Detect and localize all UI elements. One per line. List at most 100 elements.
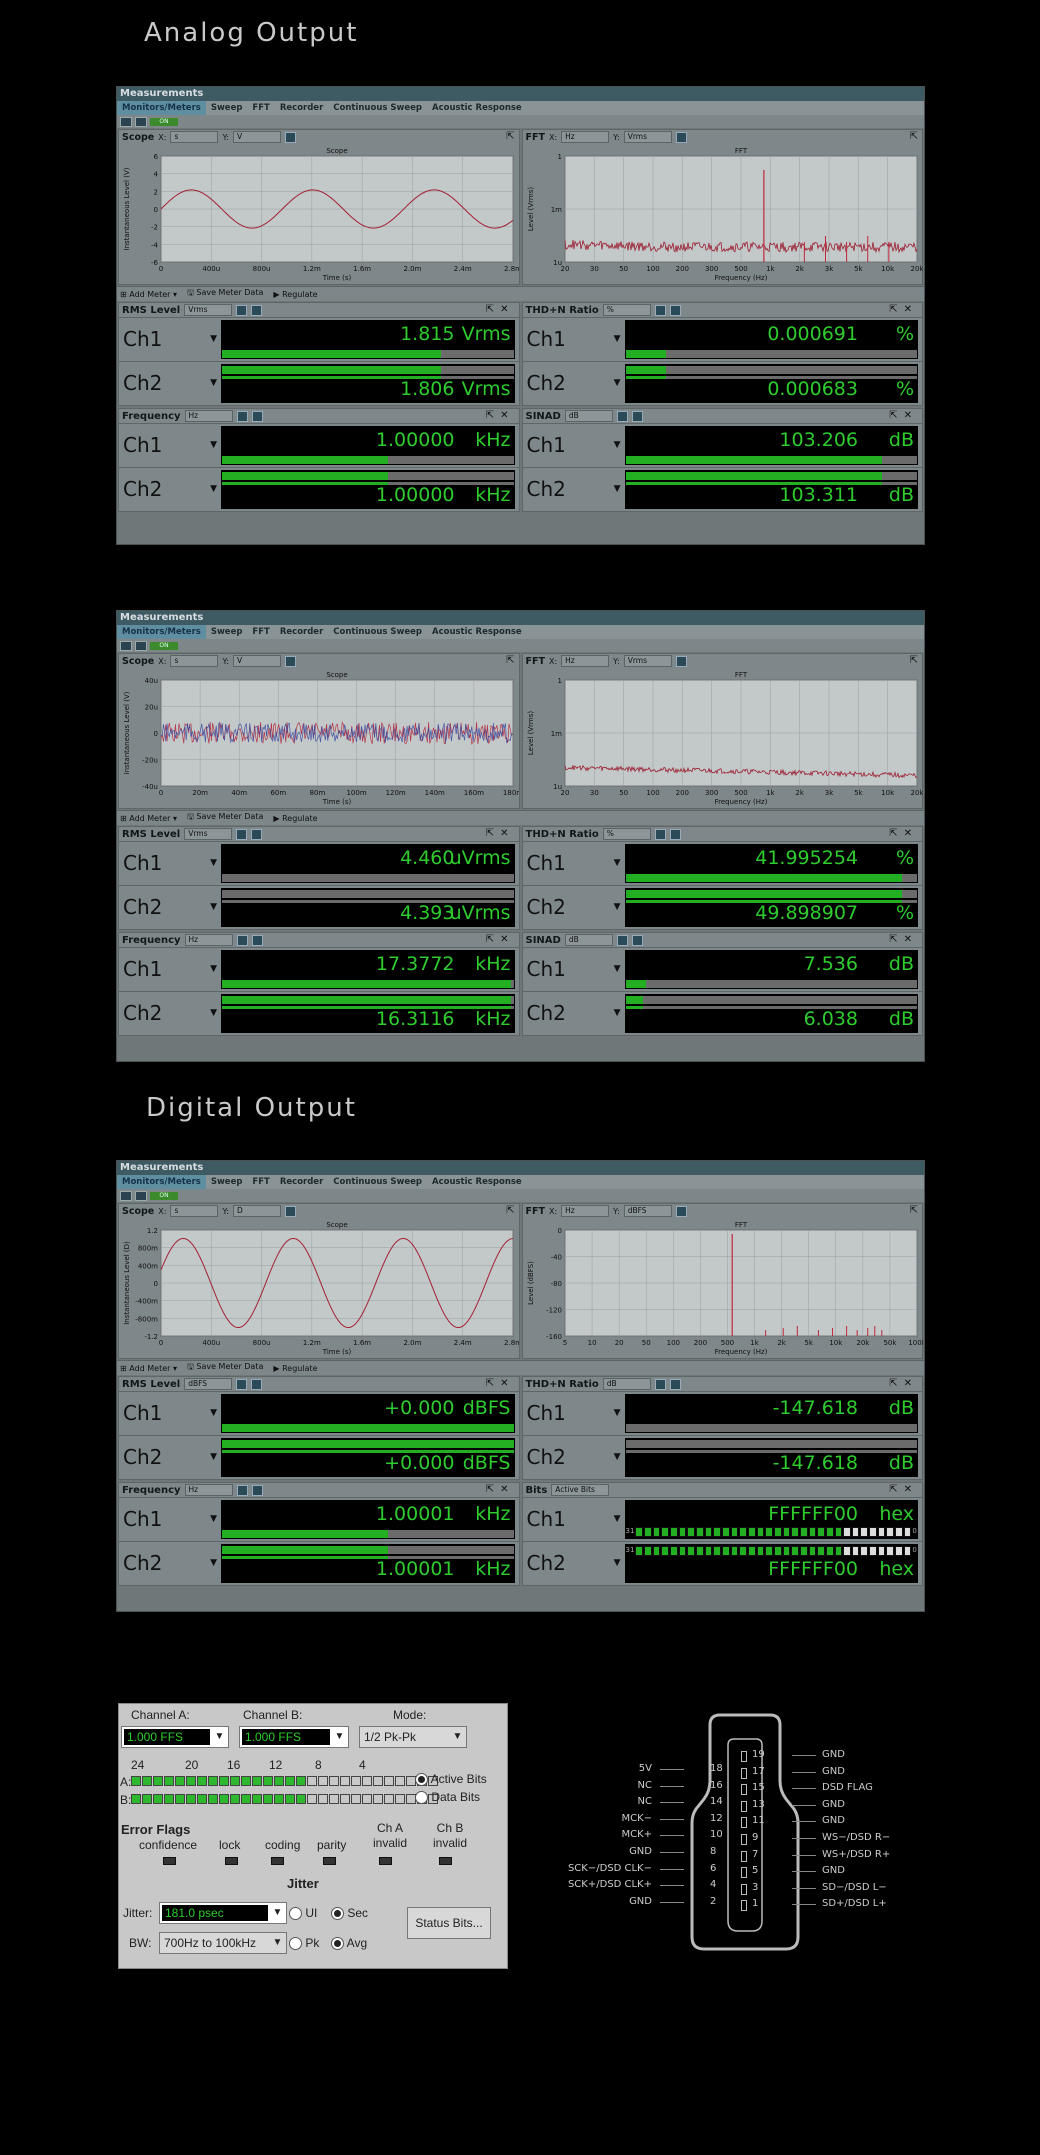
on-toggle[interactable]: ON: [150, 641, 178, 650]
tab-4[interactable]: Continuous Sweep: [328, 101, 427, 115]
meter-window-controls[interactable]: ⇱✕: [889, 828, 918, 839]
pk-radio[interactable]: Pk: [289, 1936, 319, 1951]
tab-3[interactable]: Recorder: [275, 625, 328, 639]
gear-icon[interactable]: [631, 410, 643, 422]
tab-2[interactable]: FFT: [247, 1175, 274, 1189]
meter-window-controls[interactable]: ⇱✕: [486, 828, 515, 839]
scope-y-unit-select[interactable]: D: [232, 1205, 281, 1217]
settings-icon[interactable]: [236, 934, 248, 946]
settings-icon[interactable]: [616, 934, 628, 946]
settings-icon[interactable]: [236, 304, 248, 316]
add-meter-button[interactable]: ⊞ Add Meter ▾: [120, 290, 177, 299]
frequency-ch1-label[interactable]: Ch1 ▼: [119, 1498, 221, 1541]
rms-level-unit-select[interactable]: dBFS: [184, 1378, 233, 1390]
expand-icon[interactable]: ⇱: [506, 1205, 514, 1216]
frequency-ch2-label[interactable]: Ch2 ▼: [119, 1542, 221, 1585]
meter-window-controls[interactable]: ⇱✕: [889, 1484, 918, 1495]
meter-window-controls[interactable]: ⇱✕: [486, 934, 515, 945]
rms-level-unit-select[interactable]: Vrms: [184, 304, 233, 316]
settings-icon[interactable]: [654, 1378, 666, 1390]
scope-y-unit-select[interactable]: V: [232, 655, 281, 667]
scope-x-unit-select[interactable]: s: [170, 655, 219, 667]
gear-icon[interactable]: [251, 934, 263, 946]
thd-n-ratio-ch1-label[interactable]: Ch1 ▼: [523, 1392, 625, 1435]
tab-5[interactable]: Acoustic Response: [427, 101, 527, 115]
frequency-unit-select[interactable]: Hz: [184, 410, 233, 422]
rms-level-ch1-label[interactable]: Ch1 ▼: [119, 1392, 221, 1435]
meter-window-controls[interactable]: ⇱✕: [486, 304, 515, 315]
tab-5[interactable]: Acoustic Response: [427, 625, 527, 639]
tab-4[interactable]: Continuous Sweep: [328, 625, 427, 639]
tab-1[interactable]: Sweep: [206, 625, 248, 639]
tab-3[interactable]: Recorder: [275, 101, 328, 115]
frequency-unit-select[interactable]: Hz: [184, 934, 233, 946]
thd-n-ratio-ch2-label[interactable]: Ch2 ▼: [523, 886, 625, 929]
thd-n-ratio-ch2-label[interactable]: Ch2 ▼: [523, 362, 625, 405]
tab-1[interactable]: Sweep: [206, 101, 248, 115]
toolbar-icon[interactable]: [135, 116, 147, 127]
tab-2[interactable]: FFT: [247, 101, 274, 115]
add-meter-button[interactable]: ⊞ Add Meter ▾: [120, 1364, 177, 1373]
settings-icon[interactable]: [236, 1378, 248, 1390]
on-toggle[interactable]: ON: [150, 117, 178, 126]
settings-icon[interactable]: [616, 410, 628, 422]
expand-icon[interactable]: ⇱: [506, 655, 514, 666]
settings-icon[interactable]: [284, 655, 296, 667]
meter-window-controls[interactable]: ⇱✕: [889, 1378, 918, 1389]
rms-level-ch1-label[interactable]: Ch1 ▼: [119, 842, 221, 885]
meter-window-controls[interactable]: ⇱✕: [486, 1378, 515, 1389]
settings-icon[interactable]: [236, 1484, 248, 1496]
fft-y-unit-select[interactable]: dBFS: [623, 1205, 672, 1217]
scope-y-unit-select[interactable]: V: [232, 131, 281, 143]
save-meter-data-button[interactable]: 🖫 Save Meter Data: [187, 287, 263, 301]
expand-icon[interactable]: ⇱: [910, 131, 918, 142]
fft-x-unit-select[interactable]: Hz: [561, 1205, 610, 1217]
meter-window-controls[interactable]: ⇱✕: [889, 934, 918, 945]
frequency-ch1-label[interactable]: Ch1 ▼: [119, 424, 221, 467]
toolbar-icon[interactable]: [135, 640, 147, 651]
tab-0[interactable]: Monitors/Meters: [117, 1175, 206, 1189]
tab-3[interactable]: Recorder: [275, 1175, 328, 1189]
tab-4[interactable]: Continuous Sweep: [328, 1175, 427, 1189]
sinad-unit-select[interactable]: dB: [564, 934, 613, 946]
settings-icon[interactable]: [675, 131, 687, 143]
settings-icon[interactable]: [236, 828, 248, 840]
sinad-ch1-label[interactable]: Ch1 ▼: [523, 424, 625, 467]
gear-icon[interactable]: [251, 1484, 263, 1496]
save-meter-data-button[interactable]: 🖫 Save Meter Data: [187, 811, 263, 825]
channel-a-select[interactable]: 1.000 FFS ▼: [121, 1726, 229, 1748]
toolbar-icon[interactable]: [135, 1190, 147, 1201]
tab-5[interactable]: Acoustic Response: [427, 1175, 527, 1189]
fft-y-unit-select[interactable]: Vrms: [623, 655, 672, 667]
settings-icon[interactable]: [675, 655, 687, 667]
thd-n-ratio-ch2-label[interactable]: Ch2 ▼: [523, 1436, 625, 1479]
meter-window-controls[interactable]: ⇱✕: [889, 410, 918, 421]
frequency-ch2-label[interactable]: Ch2 ▼: [119, 468, 221, 511]
expand-icon[interactable]: ⇱: [910, 655, 918, 666]
scope-x-unit-select[interactable]: s: [170, 1205, 219, 1217]
sinad-ch2-label[interactable]: Ch2 ▼: [523, 992, 625, 1035]
status-bits-button[interactable]: Status Bits...: [407, 1907, 491, 1939]
tab-0[interactable]: Monitors/Meters: [117, 625, 206, 639]
thd-n-ratio-unit-select[interactable]: %: [602, 828, 651, 840]
meter-window-controls[interactable]: ⇱✕: [889, 304, 918, 315]
bits-unit-select[interactable]: Active Bits: [551, 1484, 610, 1496]
mode-select[interactable]: 1/2 Pk-Pk ▼: [359, 1726, 467, 1748]
settings-icon[interactable]: [284, 1205, 296, 1217]
settings-icon[interactable]: [284, 131, 296, 143]
rms-level-unit-select[interactable]: Vrms: [184, 828, 233, 840]
rms-level-ch2-label[interactable]: Ch2 ▼: [119, 886, 221, 929]
expand-icon[interactable]: ⇱: [506, 131, 514, 142]
regulate-button[interactable]: ▶ Regulate: [273, 814, 317, 823]
on-toggle[interactable]: ON: [150, 1191, 178, 1200]
gear-icon[interactable]: [631, 934, 643, 946]
frequency-unit-select[interactable]: Hz: [184, 1484, 233, 1496]
gear-icon[interactable]: [251, 410, 263, 422]
toolbar-icon[interactable]: [120, 1190, 132, 1201]
settings-icon[interactable]: [236, 410, 248, 422]
bw-select[interactable]: 700Hz to 100kHz ▼: [159, 1932, 287, 1954]
add-meter-button[interactable]: ⊞ Add Meter ▾: [120, 814, 177, 823]
bits-ch1-label[interactable]: Ch1 ▼: [523, 1498, 625, 1541]
gear-icon[interactable]: [669, 828, 681, 840]
sec-radio[interactable]: Sec: [331, 1906, 368, 1921]
